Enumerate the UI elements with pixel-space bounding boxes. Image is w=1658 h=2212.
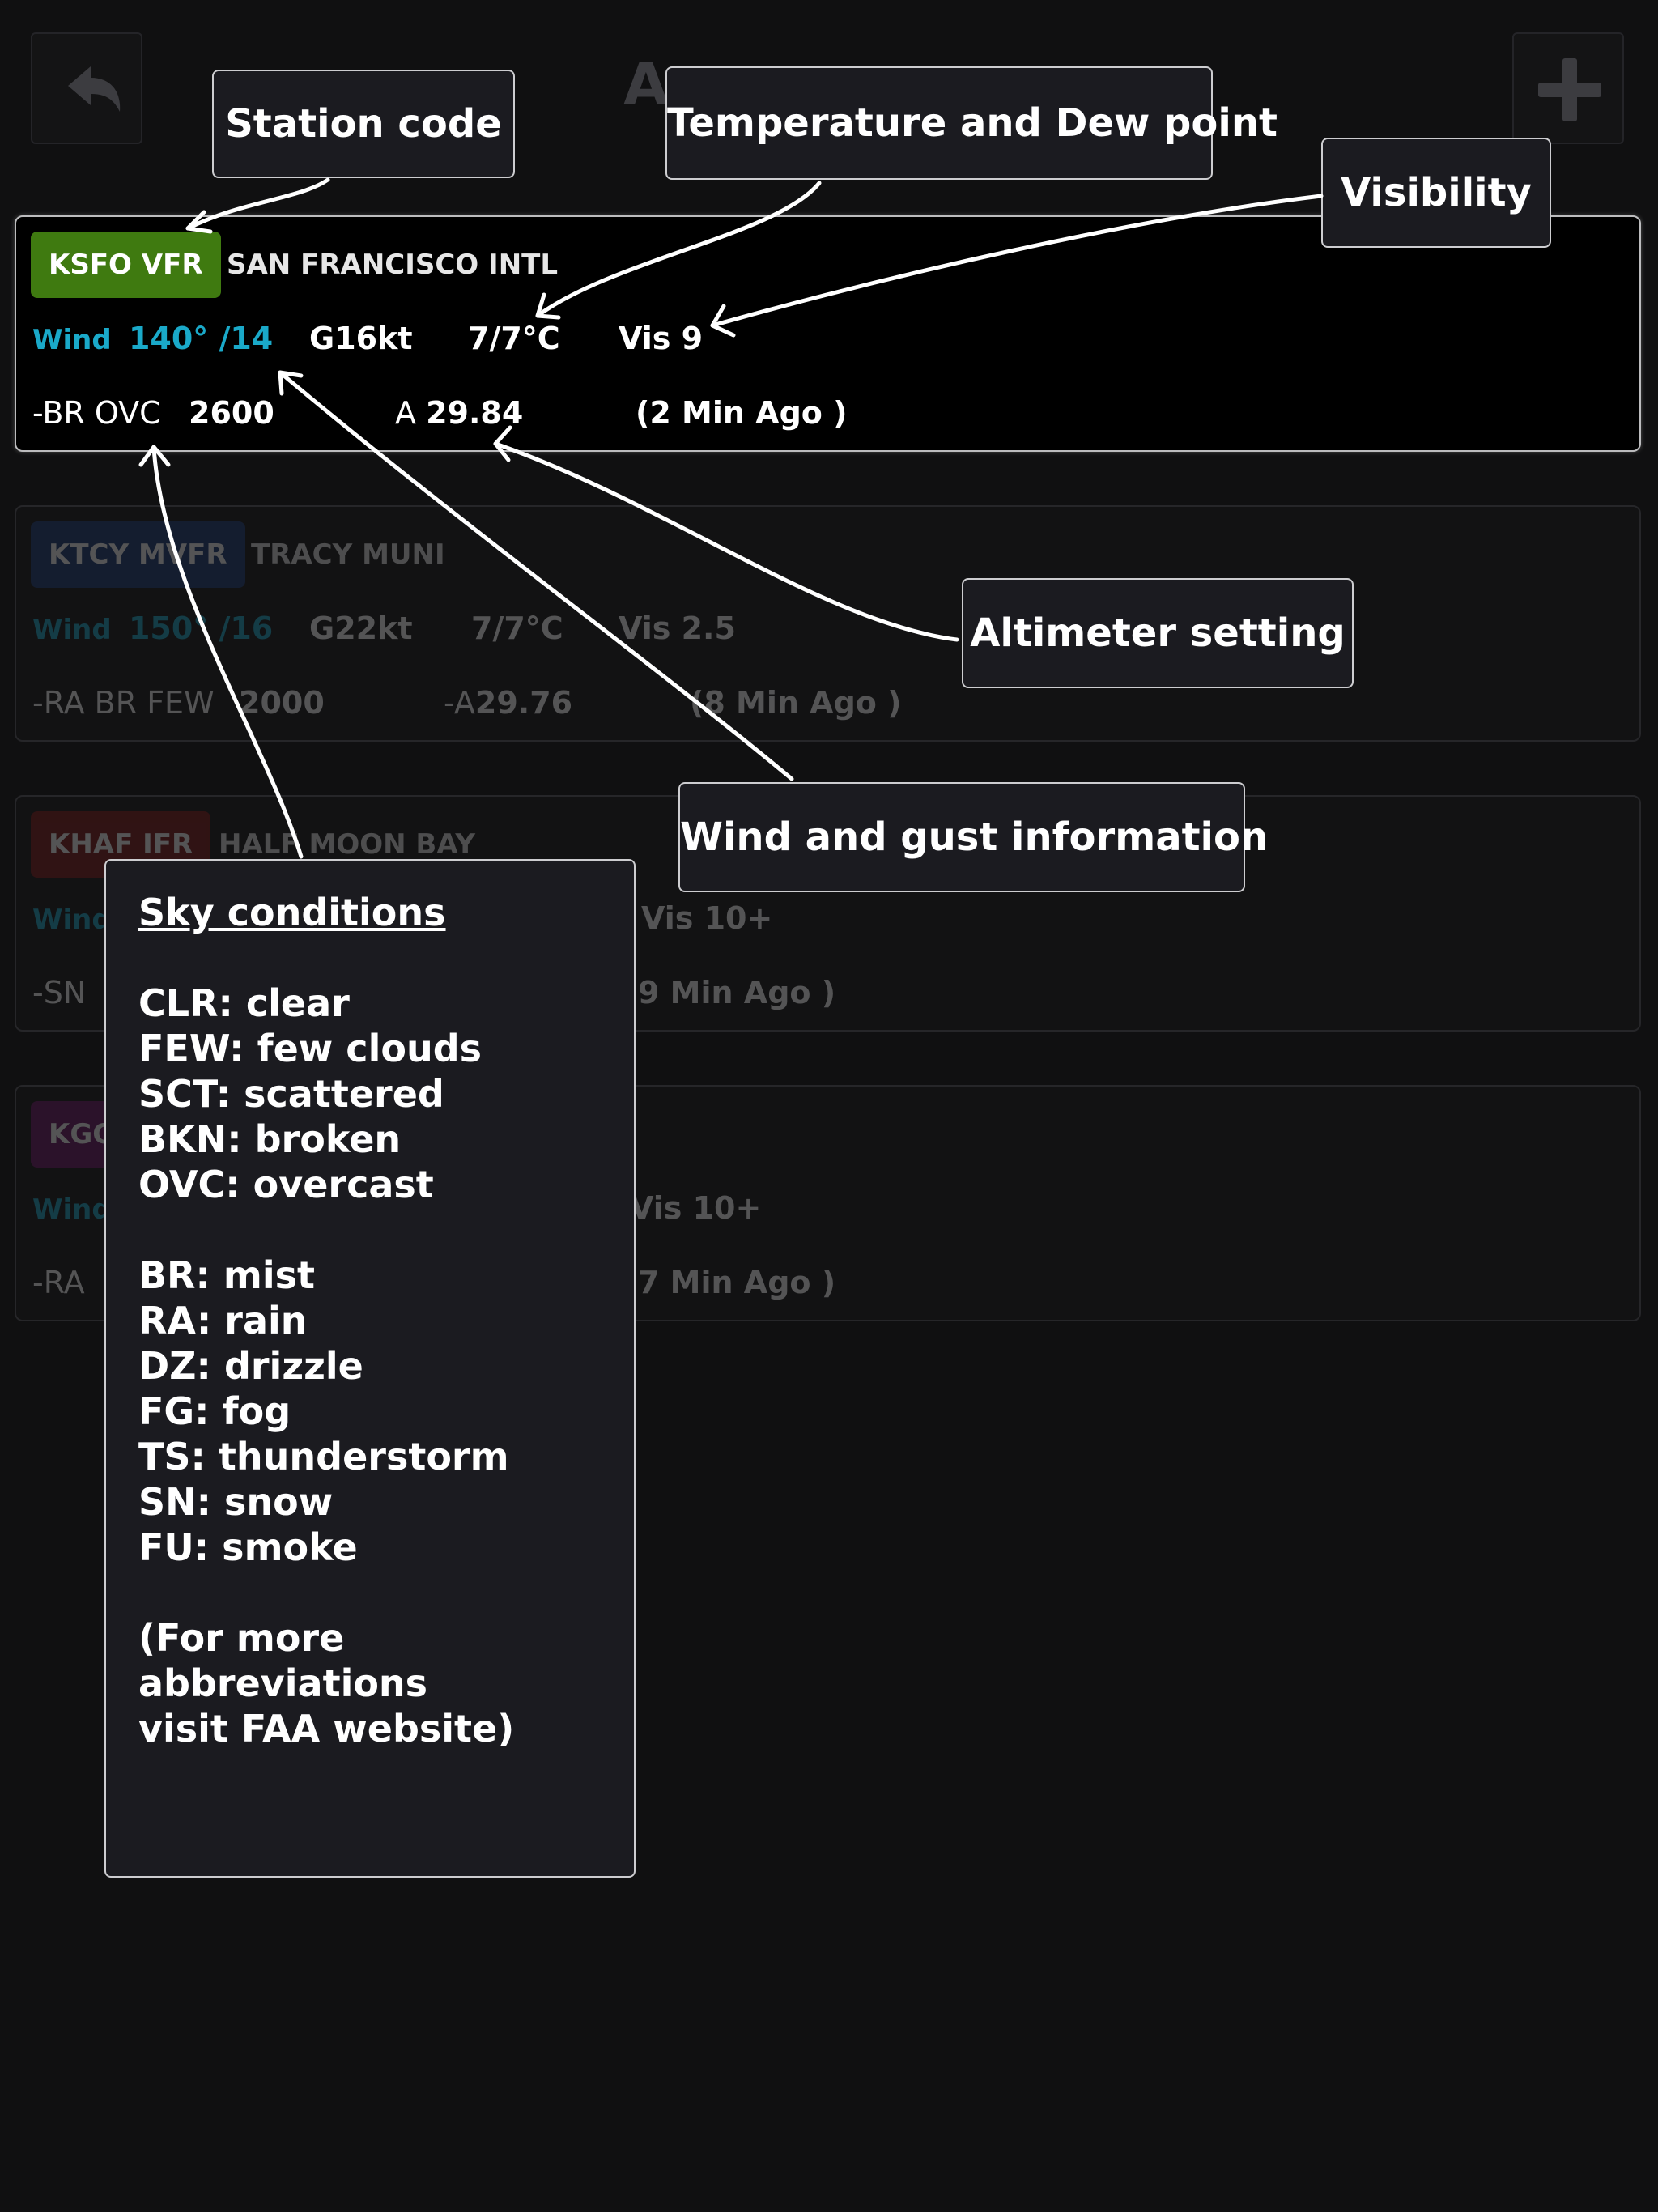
station-card-ksfo[interactable]: KSFO VFR SAN FRANCISCO INTL Wind 140° /1… (15, 215, 1641, 452)
altimeter-prefix: -A (444, 685, 475, 721)
legend-item: SN: snow (138, 1480, 334, 1524)
legend-item: BKN: broken (138, 1117, 402, 1161)
callout-temperature-dew-point: Temperature and Dew point (665, 66, 1278, 180)
temperature-dewpoint: 7/7°C (468, 321, 560, 356)
station-card-ktcy[interactable]: KTCY MVFR TRACY MUNI Wind 150° /16 G22kt… (15, 505, 1641, 742)
legend-item: RA: rain (138, 1299, 308, 1342)
wind-label: Wind (32, 1193, 112, 1226)
ceiling-value: 2600 (189, 395, 274, 431)
altimeter-group: -A29.76 (444, 685, 572, 721)
legend-item: BR: mist (138, 1253, 315, 1297)
wind-group: Wind 140° /14 (32, 321, 273, 356)
wind-group: Wind 150° /16 (32, 610, 273, 646)
altimeter-value: 29.84 (426, 395, 524, 431)
sky-conditions: -RA (32, 1265, 85, 1300)
legend-item: FG: fog (138, 1389, 291, 1433)
temperature-dewpoint: 7/7°C (471, 610, 563, 646)
legend-item: FEW: few clouds (138, 1027, 482, 1070)
callout-wind-gust: Wind and gust information (678, 782, 1268, 892)
observation-age: (8 Min Ago ) (690, 685, 902, 721)
legend-item: FU: smoke (138, 1525, 358, 1569)
callout-altimeter-setting: Altimeter setting (962, 578, 1354, 688)
sky-conditions: -RA BR FEW (32, 685, 215, 721)
observation-age: (2 Min Ago ) (636, 395, 848, 431)
legend-item: SCT: scattered (138, 1072, 444, 1116)
callout-station-code: Station code (212, 70, 515, 178)
wind-label: Wind (32, 614, 112, 646)
altimeter-value: 29.76 (474, 685, 573, 721)
add-station-button[interactable] (1512, 32, 1624, 144)
legend-item: TS: thunderstorm (138, 1435, 509, 1478)
gust-value: G22kt (309, 610, 413, 646)
back-arrow-icon (68, 66, 121, 112)
altimeter-group: A 29.84 (395, 395, 523, 431)
observation-age: 9 Min Ago ) (638, 975, 836, 1010)
legend-item: OVC: overcast (138, 1163, 434, 1206)
legend-item: DZ: drizzle (138, 1344, 363, 1388)
legend-footer-line: visit FAA website) (138, 1707, 515, 1750)
page-title: A (623, 50, 672, 118)
station-name: SAN FRANCISCO INTL (227, 249, 559, 281)
plus-icon (1538, 58, 1601, 121)
station-name: TRACY MUNI (251, 538, 445, 571)
wind-value: 140° /14 (128, 321, 274, 356)
legend-item: CLR: clear (138, 981, 350, 1025)
visibility-value: Vis 2.5 (619, 610, 736, 646)
back-button[interactable] (31, 32, 142, 144)
callout-visibility: Visibility (1321, 138, 1551, 248)
sky-conditions: -BR OVC (32, 395, 161, 431)
gust-value: G16kt (309, 321, 413, 356)
flight-category-badge: KSFO VFR (31, 232, 221, 298)
wind-value: 150° /16 (128, 610, 274, 646)
altimeter-prefix: A (395, 395, 416, 431)
visibility-value: Vis 10+ (641, 900, 773, 936)
wind-group: Wind (32, 1190, 112, 1226)
legend-footer-line: (For more abbreviations (138, 1616, 428, 1705)
wind-label: Wind (32, 324, 112, 356)
flight-category-badge: KTCY MVFR (31, 521, 245, 588)
wind-label: Wind (32, 904, 112, 936)
observation-age: 7 Min Ago ) (638, 1265, 836, 1300)
wind-group: Wind (32, 900, 112, 936)
sky-conditions-legend: Sky conditions CLR: clear FEW: few cloud… (104, 859, 636, 1878)
legend-heading: Sky conditions (138, 891, 446, 934)
ceiling-value: 2000 (239, 685, 325, 721)
visibility-value: Vis 10+ (630, 1190, 762, 1226)
visibility-value: Vis 9 (619, 321, 704, 356)
sky-conditions: -SN (32, 975, 87, 1010)
